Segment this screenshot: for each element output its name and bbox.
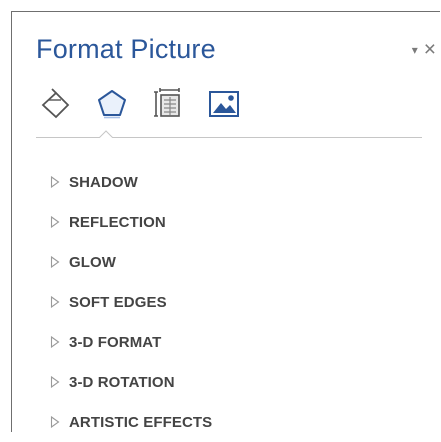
pane-title: Format Picture xyxy=(36,34,216,64)
section-label: REFLECTION xyxy=(69,213,166,231)
selected-tab-pointer xyxy=(99,130,113,138)
size-properties-icon xyxy=(154,88,180,117)
tab-size-properties[interactable] xyxy=(148,86,188,122)
section-label: ARTISTIC EFFECTS xyxy=(69,413,213,431)
effects-pentagon-icon xyxy=(98,90,126,119)
section-label: 3-D ROTATION xyxy=(69,373,175,391)
close-pane-button[interactable]: × xyxy=(424,39,436,60)
section-3d-rotation[interactable]: 3-D ROTATION xyxy=(50,362,212,402)
fill-line-icon xyxy=(41,88,70,119)
section-shadow[interactable]: SHADOW xyxy=(50,162,212,202)
pane-title-controls: ▾ × xyxy=(412,39,436,60)
section-glow[interactable]: GLOW xyxy=(50,242,212,282)
expand-arrow-icon xyxy=(50,296,60,308)
section-label: SOFT EDGES xyxy=(69,293,167,311)
expand-arrow-icon xyxy=(50,416,60,428)
section-soft-edges[interactable]: SOFT EDGES xyxy=(50,282,212,322)
section-artistic-effects[interactable]: ARTISTIC EFFECTS xyxy=(50,402,212,442)
section-label: GLOW xyxy=(69,253,117,271)
tab-strip-divider xyxy=(36,137,422,138)
expand-arrow-icon xyxy=(50,336,60,348)
tab-effects[interactable] xyxy=(92,86,132,122)
expand-arrow-icon xyxy=(50,176,60,188)
format-picture-pane: Format Picture ▾ × SHADOW REFLECTION GLO… xyxy=(11,11,440,432)
effects-section-list: SHADOW REFLECTION GLOW SOFT EDGES 3-D FO… xyxy=(50,162,212,442)
tab-fill-line[interactable] xyxy=(36,86,76,122)
expand-arrow-icon xyxy=(50,256,60,268)
section-label: 3-D FORMAT xyxy=(69,333,162,351)
expand-arrow-icon xyxy=(50,376,60,388)
pane-options-dropdown-button[interactable]: ▾ xyxy=(412,43,418,57)
tab-picture[interactable] xyxy=(204,86,244,122)
format-tabs xyxy=(36,86,260,130)
section-label: SHADOW xyxy=(69,173,138,191)
picture-icon xyxy=(209,91,239,117)
section-reflection[interactable]: REFLECTION xyxy=(50,202,212,242)
expand-arrow-icon xyxy=(50,216,60,228)
section-3d-format[interactable]: 3-D FORMAT xyxy=(50,322,212,362)
